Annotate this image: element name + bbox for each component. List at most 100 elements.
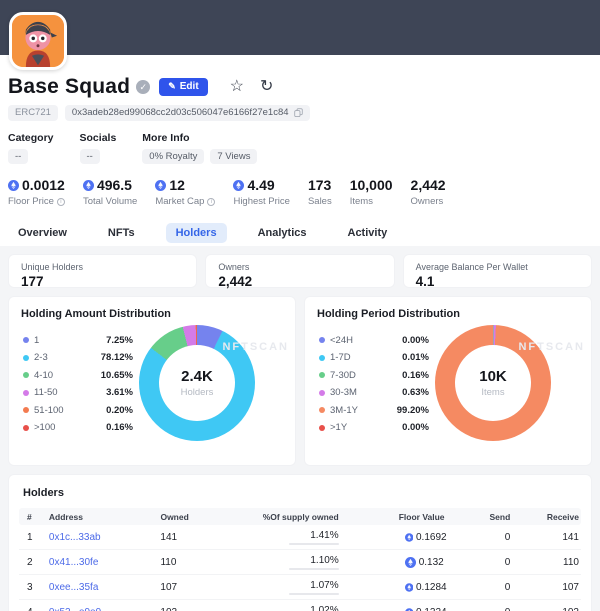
tab-bar: Overview NFTs Holders Analytics Activity [0,220,600,246]
donut-center-label: Holders [181,387,214,398]
meta-value-pill: 7 Views [210,149,257,165]
column-header-floor-value: Floor Value [339,512,447,522]
cell-owned: 110 [160,557,232,568]
stat-value: 173 [308,177,332,193]
cell-send: 0 [447,582,511,593]
stat-market-cap: 12 Market Capi [155,177,215,207]
chart-legend: <24H0.00%1-7D0.01%7-30D0.16%30-3M0.63%3M… [319,335,429,440]
refresh-button[interactable]: ↻ [260,79,273,95]
collection-header: Base Squad ✓ ✎ Edit ☆ ↻ ERC721 0x3adeb28… [0,75,600,207]
cell-pct-supply: 1.41% [232,530,339,545]
cell-receive: 110 [510,557,581,568]
legend-dot-icon [319,355,325,361]
summary-card-label: Owners [218,262,381,272]
stat-value: 2,442 [411,177,446,193]
pencil-icon: ✎ [168,81,176,92]
stat-value-text: 10,000 [350,177,393,193]
cell-rank: 2 [19,557,49,568]
meta-value-pill: -- [8,149,28,165]
cell-address: 0x41...30fe [49,557,161,568]
legend-item-51-100: 51-1000.20% [23,405,133,415]
legend-label: >100 [34,422,98,433]
copy-icon[interactable] [294,108,303,117]
contract-address-pill[interactable]: 0x3adeb28ed99068cc2d03c506047e6166f27e1c… [65,105,310,121]
column-header-receive: Receive [510,512,581,522]
tab-holders[interactable]: Holders [166,223,227,243]
legend-value: 0.01% [402,352,429,363]
summary-card-label: Average Balance Per Wallet [416,262,579,272]
legend-label: 1-7D [330,352,394,363]
pct-progress-bar [289,568,339,570]
stat-value: 12 [155,177,215,193]
chart-legend: 17.25%2-378.12%4-1010.65%11-503.61%51-10… [23,335,133,440]
meta-row: Category--Socials--More Info0% Royalty7 … [8,132,592,165]
nftscan-watermark: NFTSCAN [518,341,585,353]
pct-wrap: 1.02% [289,605,339,611]
cell-rank: 3 [19,582,49,593]
meta-value-pill: 0% Royalty [142,149,204,165]
eth-icon [8,180,19,191]
legend-dot-icon [23,355,29,361]
meta-label: Category [8,132,54,144]
eth-icon [405,557,416,568]
legend-value: 7.25% [106,335,133,346]
legend-item-3m-1y: 3M-1Y99.20% [319,405,429,415]
tab-activity[interactable]: Activity [338,223,398,243]
address-link[interactable]: 0x1c...33ab [49,532,101,543]
meta-col-more-info: More Info0% Royalty7 Views [142,132,257,165]
chart-title: Holding Period Distribution [317,308,579,320]
donut-center: 2.4K Holders [159,345,235,421]
stat-label: Items [350,196,393,207]
summary-card-unique-holders: Unique Holders177 [8,254,197,288]
legend-dot-icon [23,425,29,431]
cell-pct-supply: 1.10% [232,555,339,570]
banner [0,0,600,55]
cell-pct-supply: 1.02% [232,605,339,611]
cell-receive: 107 [510,582,581,593]
legend-dot-icon [23,337,29,343]
donut-center-value: 2.4K [181,368,213,385]
stat-label: Market Capi [155,196,215,207]
meta-label: Socials [80,132,117,144]
pct-progress-bar [289,593,339,595]
eth-icon [155,180,166,191]
legend-item-2-3: 2-378.12% [23,353,133,363]
avatar-illustration [12,15,64,67]
address-link[interactable]: 0x52...e9e9 [49,607,101,611]
tab-nfts[interactable]: NFTs [98,223,145,243]
verified-badge-icon: ✓ [136,80,150,94]
stat-items: 10,000 Items [350,177,393,207]
cell-address: 0x1c...33ab [49,532,161,543]
favorite-star-button[interactable]: ☆ [230,79,244,95]
contract-row: ERC721 0x3adeb28ed99068cc2d03c506047e616… [8,105,592,121]
address-link[interactable]: 0x41...30fe [49,557,98,568]
stat-label: Owners [411,196,446,207]
stat-value: 496.5 [83,177,137,193]
collection-page: Base Squad ✓ ✎ Edit ☆ ↻ ERC721 0x3adeb28… [0,0,600,611]
tab-analytics[interactable]: Analytics [248,223,317,243]
pct-text: 1.10% [289,555,339,566]
donut-center-label: Items [481,387,504,398]
legend-item-100: >1000.16% [23,423,133,433]
legend-item-30-3m: 30-3M0.63% [319,388,429,398]
page-title: Base Squad [8,75,130,99]
legend-label: 1 [34,335,98,346]
meta-values: -- [80,149,117,165]
cell-address: 0x52...e9e9 [49,607,161,611]
stats-row: 0.0012Floor Pricei496.5Total Volume12Mar… [8,177,592,207]
legend-value: 3.61% [106,387,133,398]
holders-table-title: Holders [19,485,581,508]
address-link[interactable]: 0xee...35fa [49,582,98,593]
summary-card-average-balance-per-wallet: Average Balance Per Wallet4.1 [403,254,592,288]
cell-receive: 102 [510,607,581,611]
edit-button[interactable]: ✎ Edit [159,78,207,96]
cell-floor-value: 0.1224 [339,607,447,611]
stat-label-text: Floor Price [8,196,54,207]
legend-dot-icon [23,390,29,396]
tab-overview[interactable]: Overview [8,223,77,243]
table-row: 10x1c...33ab1411.41%0.16920141 [19,525,581,550]
column-header-: # [19,512,49,522]
cell-floor-value: 0.1284 [339,582,447,593]
stat-label-text: Highest Price [233,196,290,207]
summary-card-value: 2,442 [218,274,381,289]
